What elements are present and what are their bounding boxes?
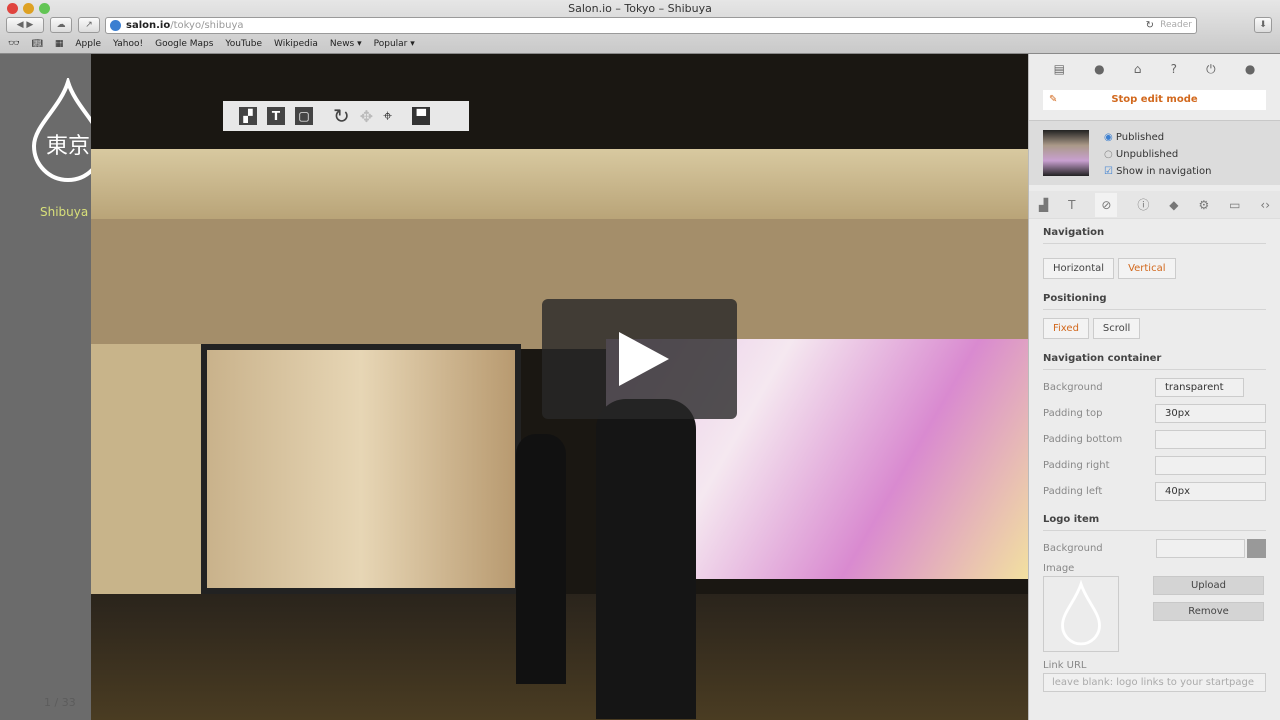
layout-icon[interactable]: ▀ [412, 107, 431, 125]
vertical-button[interactable]: Vertical [1118, 258, 1176, 279]
back-forward-buttons[interactable]: ◀ ▶ [6, 17, 44, 33]
field-label: Padding bottom [1043, 433, 1123, 445]
help-icon[interactable]: ? [1171, 62, 1177, 84]
unpublished-label: Unpublished [1115, 149, 1179, 160]
drop-logo-icon [1061, 579, 1101, 646]
bookmark[interactable]: Google Maps [155, 39, 213, 49]
tab-code-icon[interactable]: ‹› [1260, 198, 1270, 212]
downloads-button[interactable]: ⬇ [1254, 17, 1272, 33]
bookmark[interactable]: News ▾ [330, 39, 362, 49]
edit-panel: ▤ ● ⌂ ? ⏻ ● ✎ Stop edit mode ◉ Published… [1028, 54, 1280, 720]
power-icon[interactable]: ⏻ [1206, 62, 1216, 84]
field-label: Background [1043, 381, 1103, 393]
upload-button[interactable]: Upload [1153, 576, 1264, 595]
page-photo [91, 54, 1028, 720]
bookmark[interactable]: YouTube [225, 39, 262, 49]
remove-button[interactable]: Remove [1153, 602, 1264, 621]
field-label: Padding right [1043, 459, 1110, 471]
tab-tags-icon[interactable]: ◆ [1169, 198, 1178, 212]
nav-item-shibuya[interactable]: Shibuya [40, 205, 88, 219]
link-url-input[interactable]: leave blank: logo links to your startpag… [1043, 673, 1266, 692]
padding-bottom-input[interactable] [1155, 429, 1266, 449]
padding-left-input[interactable]: 40px [1155, 481, 1266, 501]
frame-tool-icon[interactable]: ▢ [295, 107, 313, 125]
section-nav-container: Navigation container [1043, 345, 1266, 370]
publish-settings: ◉ Published ○ Unpublished ☑ Show in navi… [1029, 120, 1280, 185]
padding-top-input[interactable]: 30px [1155, 403, 1266, 423]
window-title: Salon.io – Tokyo – Shibuya [568, 2, 712, 15]
link-url-label: Link URL [1043, 660, 1087, 671]
rotate-icon[interactable]: ↻ [333, 104, 350, 128]
field-label: Padding left [1043, 485, 1103, 497]
padding-right-input[interactable] [1155, 455, 1266, 475]
color-swatch[interactable] [1247, 538, 1266, 558]
panel-tabs: ▟ T ⊘ ⓘ ◆ ⚙ ▭ ‹› [1029, 191, 1280, 219]
tab-text-icon[interactable]: T [1068, 198, 1075, 212]
play-button[interactable] [542, 299, 737, 419]
top-sites-icon[interactable]: ▦ [55, 39, 64, 49]
tab-info-icon[interactable]: ⓘ [1137, 196, 1149, 213]
home-icon[interactable]: ⌂ [1134, 62, 1142, 84]
play-icon [619, 332, 669, 386]
bookmarks-icon[interactable]: 📖︎ [31, 39, 42, 49]
section-navigation: Navigation [1043, 219, 1266, 244]
show-in-nav-checkbox[interactable]: ☑ Show in navigation [1104, 163, 1211, 180]
logo-background-input[interactable] [1156, 538, 1245, 558]
show-in-nav-label: Show in navigation [1116, 166, 1212, 177]
pages-icon[interactable]: ▤ [1054, 62, 1065, 84]
url-host: salon.io [126, 20, 171, 31]
crosshair-icon[interactable]: ⌖ [383, 106, 392, 126]
scroll-button[interactable]: Scroll [1092, 318, 1141, 339]
address-bar[interactable]: salon.io/tokyo/shibuya ↻ Reader [105, 17, 1197, 34]
drop-icon[interactable]: ● [1245, 62, 1255, 84]
tab-layout-icon[interactable]: ▟ [1039, 198, 1048, 212]
bookmark[interactable]: Yahoo! [113, 39, 143, 49]
pager: 1 / 33 [44, 696, 76, 709]
share-button[interactable]: ↗ [78, 17, 100, 33]
bookmarks-bar: 👓︎ 📖︎ ▦ Apple Yahoo! Google Maps YouTube… [0, 37, 427, 51]
panel-top-icons: ▤ ● ⌂ ? ⏻ ● [1029, 54, 1280, 84]
image-tool-icon[interactable]: ▞ [239, 107, 257, 125]
field-label: Background [1043, 542, 1103, 554]
bookmark[interactable]: Popular ▾ [374, 39, 415, 49]
published-label: Published [1115, 132, 1165, 143]
background-input[interactable]: transparent [1155, 377, 1244, 397]
icloud-button[interactable]: ☁ [50, 17, 72, 33]
published-radio[interactable]: ◉ Published [1104, 129, 1211, 146]
browser-chrome: Salon.io – Tokyo – Shibuya ◀ ▶ ☁ ↗ salon… [0, 0, 1280, 54]
field-label: Padding top [1043, 407, 1103, 419]
tab-settings-icon[interactable]: ⚙ [1198, 198, 1209, 212]
bookmark[interactable]: Wikipedia [274, 39, 318, 49]
url-path: /tokyo/shibuya [170, 20, 244, 31]
fixed-button[interactable]: Fixed [1043, 318, 1089, 339]
site-navigation: 東京 Shibuya 1 / 33 [0, 54, 105, 720]
tab-devices-icon[interactable]: ▭ [1229, 198, 1240, 212]
image-label: Image [1043, 563, 1075, 574]
stop-edit-mode-button[interactable]: ✎ Stop edit mode [1043, 90, 1266, 110]
reader-button[interactable]: Reader [1160, 19, 1192, 32]
page-thumbnail[interactable] [1043, 130, 1089, 176]
section-positioning: Positioning [1043, 285, 1266, 310]
horizontal-button[interactable]: Horizontal [1043, 258, 1115, 279]
logo-text: 東京 [45, 134, 90, 159]
logo-preview [1043, 576, 1119, 652]
section-logo-item: Logo item [1043, 506, 1266, 531]
stop-edit-label: Stop edit mode [1111, 94, 1198, 105]
user-icon[interactable]: ● [1094, 62, 1104, 84]
text-tool-icon[interactable]: T [267, 107, 285, 125]
bookmark[interactable]: Apple [75, 39, 101, 49]
pencil-icon: ✎ [1049, 94, 1058, 105]
edit-toolbar: ▞ T ▢ ↻ ✥ ⌖ ▀ [223, 101, 469, 131]
reading-list-icon[interactable]: 👓︎ [8, 39, 19, 49]
tab-navigation-icon[interactable]: ⊘ [1095, 192, 1118, 217]
reload-icon[interactable]: ↻ [1146, 18, 1154, 33]
globe-icon [110, 20, 121, 31]
unpublished-radio[interactable]: ○ Unpublished [1104, 146, 1211, 163]
move-icon[interactable]: ✥ [360, 107, 373, 126]
